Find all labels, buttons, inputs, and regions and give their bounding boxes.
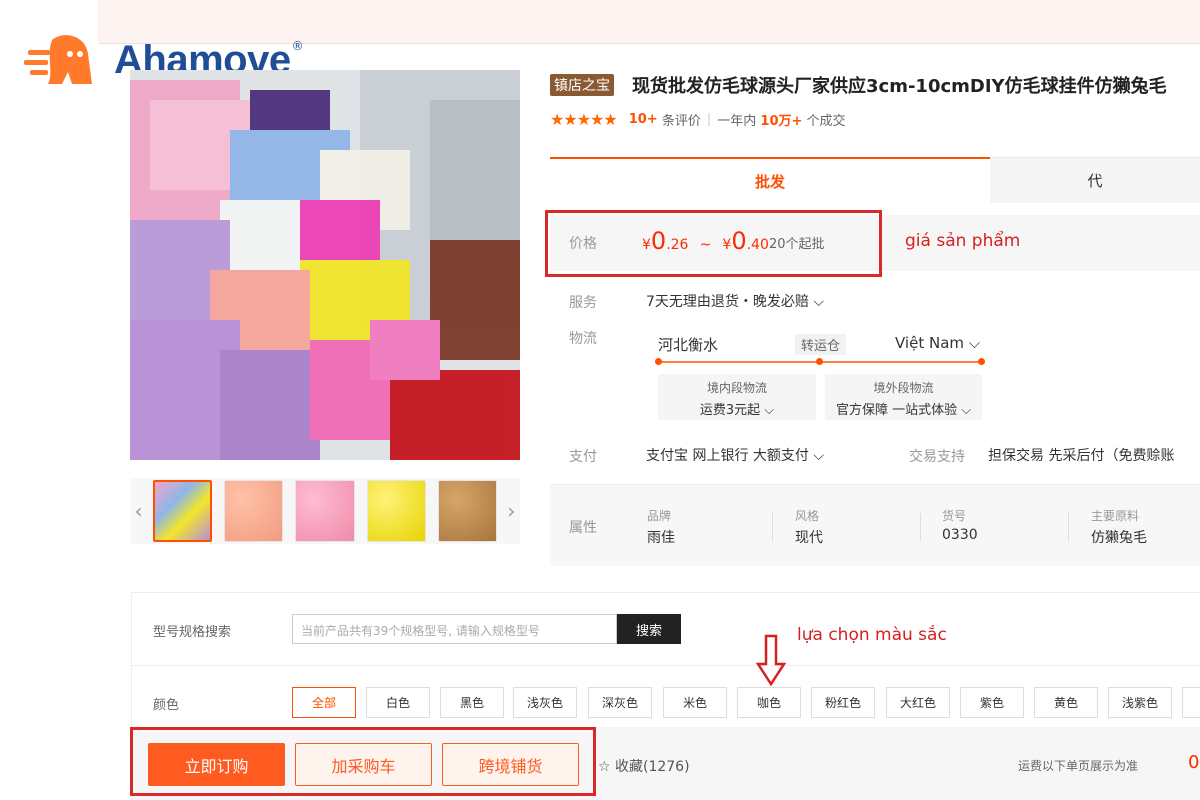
domestic-title: 境内段物流 [706,381,767,395]
pompom-photo [130,70,520,460]
spec-search-button[interactable]: 搜索 [617,614,681,644]
main-product-image[interactable] [130,70,520,460]
price-annotation: giá sản phẩm [905,231,1021,251]
divider [772,513,773,541]
color-chip[interactable]: 浅灰色 [513,687,577,718]
product-title: 现货批发仿毛球源头厂家供应3cm-10cmDIY仿毛球挂件仿獭兔毛 [632,76,1167,97]
logo-registered-mark: ® [291,39,304,53]
ahamove-mascot-icon [24,35,92,84]
route-end-dot [978,358,985,365]
trade-support-items: 担保交易 先采后付（免费赊账 [988,448,1175,464]
service-text[interactable]: 7天无理由退货・晚发必赔 ⌵ [646,291,824,311]
route-mid-dot [816,358,823,365]
logistics-label: 物流 [569,331,597,347]
spec-search-label: 型号规格搜索 [153,625,232,640]
shipping-value: 0 [1188,752,1200,773]
color-chip[interactable]: 粉红色 [811,687,875,718]
color-chip[interactable]: 黄色 [1034,687,1098,718]
tab-wholesale[interactable]: 批发 [550,157,990,203]
spec-search-input[interactable]: 当前产品共有39个规格型号, 请输入规格型号 [292,614,617,644]
reviews-count[interactable]: 10+ [629,112,658,127]
attribute-style: 风格 现代 [795,509,823,546]
thumb-next-icon[interactable]: › [503,499,520,523]
overseas-value: 官方保障 一站式体验 ⌵ [835,403,972,418]
color-chip[interactable]: 大红色 [886,687,950,718]
tab-other[interactable]: 代 [990,157,1200,203]
payment-methods[interactable]: 支付宝 网上银行 大额支付 ⌵ [646,445,824,465]
thumbnail-mixed[interactable] [153,480,213,542]
thumbnail-brown[interactable] [437,480,497,542]
rating-row: ★★★★★ 10+ 条评价 | 一年内 10万+ 个成交 [550,110,846,129]
thumbnail-yellow[interactable] [366,480,426,542]
ship-from: 河北衡水 [658,336,719,354]
color-chip[interactable]: 咖色 [737,687,801,718]
domestic-logistics-box[interactable]: 境内段物流 运费3元起 ⌵ [658,374,816,420]
divider: | [706,112,712,127]
divider [131,665,1200,666]
attributes-box: 属性 品牌 雨佳 风格 现代 货号 0330 主要原料 仿獭兔毛 [550,484,1200,566]
transit-warehouse-tag: 转运仓 [795,334,847,355]
route-start-dot [655,358,662,365]
color-chip[interactable]: 紫色 [960,687,1024,718]
color-chip[interactable]: 浅紫色 [1108,687,1172,718]
color-chip[interactable]: 深灰色 [588,687,652,718]
thumbnail-pink[interactable] [295,480,355,542]
sold-label: 个成交 [806,114,846,129]
actions-highlight-box [130,727,596,796]
reviews-label: 条评价 [661,114,701,129]
attribute-material: 主要原料 仿獭兔毛 [1091,509,1147,546]
domestic-value: 运费3元起 ⌵ [699,403,775,418]
color-chip[interactable]: 黑色 [440,687,504,718]
price-highlight-box [545,210,882,277]
shipping-note: 运费以下单页展示为准 [1018,759,1139,773]
attributes-label: 属性 [569,520,597,536]
ship-to-select[interactable]: Việt Nam ⌵ [895,334,980,352]
color-chip-all[interactable]: 全部 [292,687,356,718]
color-chip[interactable]: 米色 [663,687,727,718]
year-label: 一年内 [717,114,757,129]
attribute-brand: 品牌 雨佳 [647,509,675,546]
thumbnail-strip: ‹ › [130,478,520,544]
divider [920,513,921,541]
overseas-title: 境外段物流 [873,381,934,395]
star-rating-icon: ★★★★★ [550,110,618,129]
service-label: 服务 [569,295,597,311]
favorite-button[interactable]: ☆ 收藏(1276) [598,756,690,776]
down-arrow-icon [756,634,786,686]
shop-badge: 镇店之宝 [550,74,614,96]
payment-label: 支付 [569,449,597,465]
color-chip[interactable]: 白色 [366,687,430,718]
attribute-item-number: 货号 0330 [942,509,978,543]
thumb-prev-icon[interactable]: ‹ [130,499,147,523]
color-chip-partial[interactable] [1182,687,1200,718]
color-annotation: lựa chọn màu sắc [797,625,947,645]
purchase-tabs: 批发 代 [550,157,1200,203]
overseas-logistics-box[interactable]: 境外段物流 官方保障 一站式体验 ⌵ [825,374,982,420]
divider [1068,513,1069,541]
color-label: 颜色 [153,698,180,713]
trade-support-label: 交易支持 [909,449,965,465]
sold-count: 10万+ [760,114,803,129]
thumbnail-peach[interactable] [224,480,284,542]
